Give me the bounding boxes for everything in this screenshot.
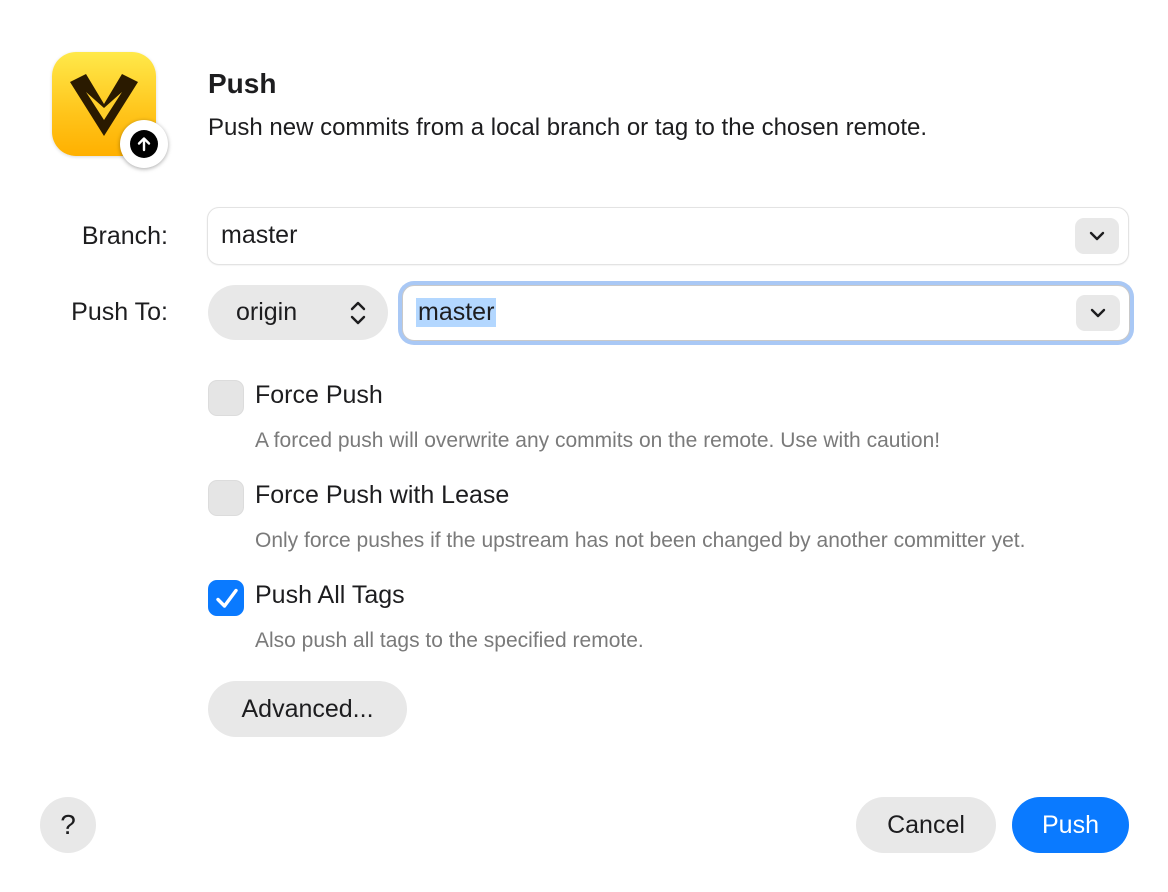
force-push-help: A forced push will overwrite any commits… [255,429,941,452]
cancel-button[interactable]: Cancel [856,797,996,853]
dialog-title: Push [208,68,277,99]
force-push-lease-checkbox[interactable] [208,480,244,516]
advanced-button[interactable]: Advanced... [208,681,407,737]
destination-dropdown-button[interactable] [1076,295,1120,331]
branch-dropdown-button[interactable] [1075,218,1119,254]
chevron-up-down-icon [350,301,366,325]
arrow-up-circle-icon [120,120,168,168]
push-to-label: Push To: [71,298,168,326]
help-button[interactable]: ? [40,797,96,853]
branch-label: Branch: [81,222,168,250]
checkmark-icon [216,588,238,608]
push-all-tags-help: Also push all tags to the specified remo… [255,629,644,652]
force-push-checkbox[interactable] [208,380,244,416]
branch-value[interactable]: master [221,221,297,250]
remote-popup[interactable]: origin [208,285,388,340]
push-all-tags-label[interactable]: Push All Tags [255,581,405,610]
branch-combo[interactable]: master [207,207,1129,265]
push-dialog: Push Push new commits from a local branc… [0,0,1168,892]
dialog-subtitle: Push new commits from a local branch or … [208,114,928,141]
chevron-down-icon [1090,308,1106,318]
destination-branch-value[interactable]: master [416,298,497,327]
destination-branch-combo[interactable]: master [402,285,1130,341]
force-push-lease-label[interactable]: Force Push with Lease [255,481,509,510]
chevron-down-icon [1089,231,1105,241]
push-button[interactable]: Push [1012,797,1129,853]
push-all-tags-checkbox[interactable] [208,580,244,616]
force-push-label[interactable]: Force Push [255,381,383,410]
remote-value: origin [236,298,298,326]
force-push-lease-help: Only force pushes if the upstream has no… [255,529,1026,552]
